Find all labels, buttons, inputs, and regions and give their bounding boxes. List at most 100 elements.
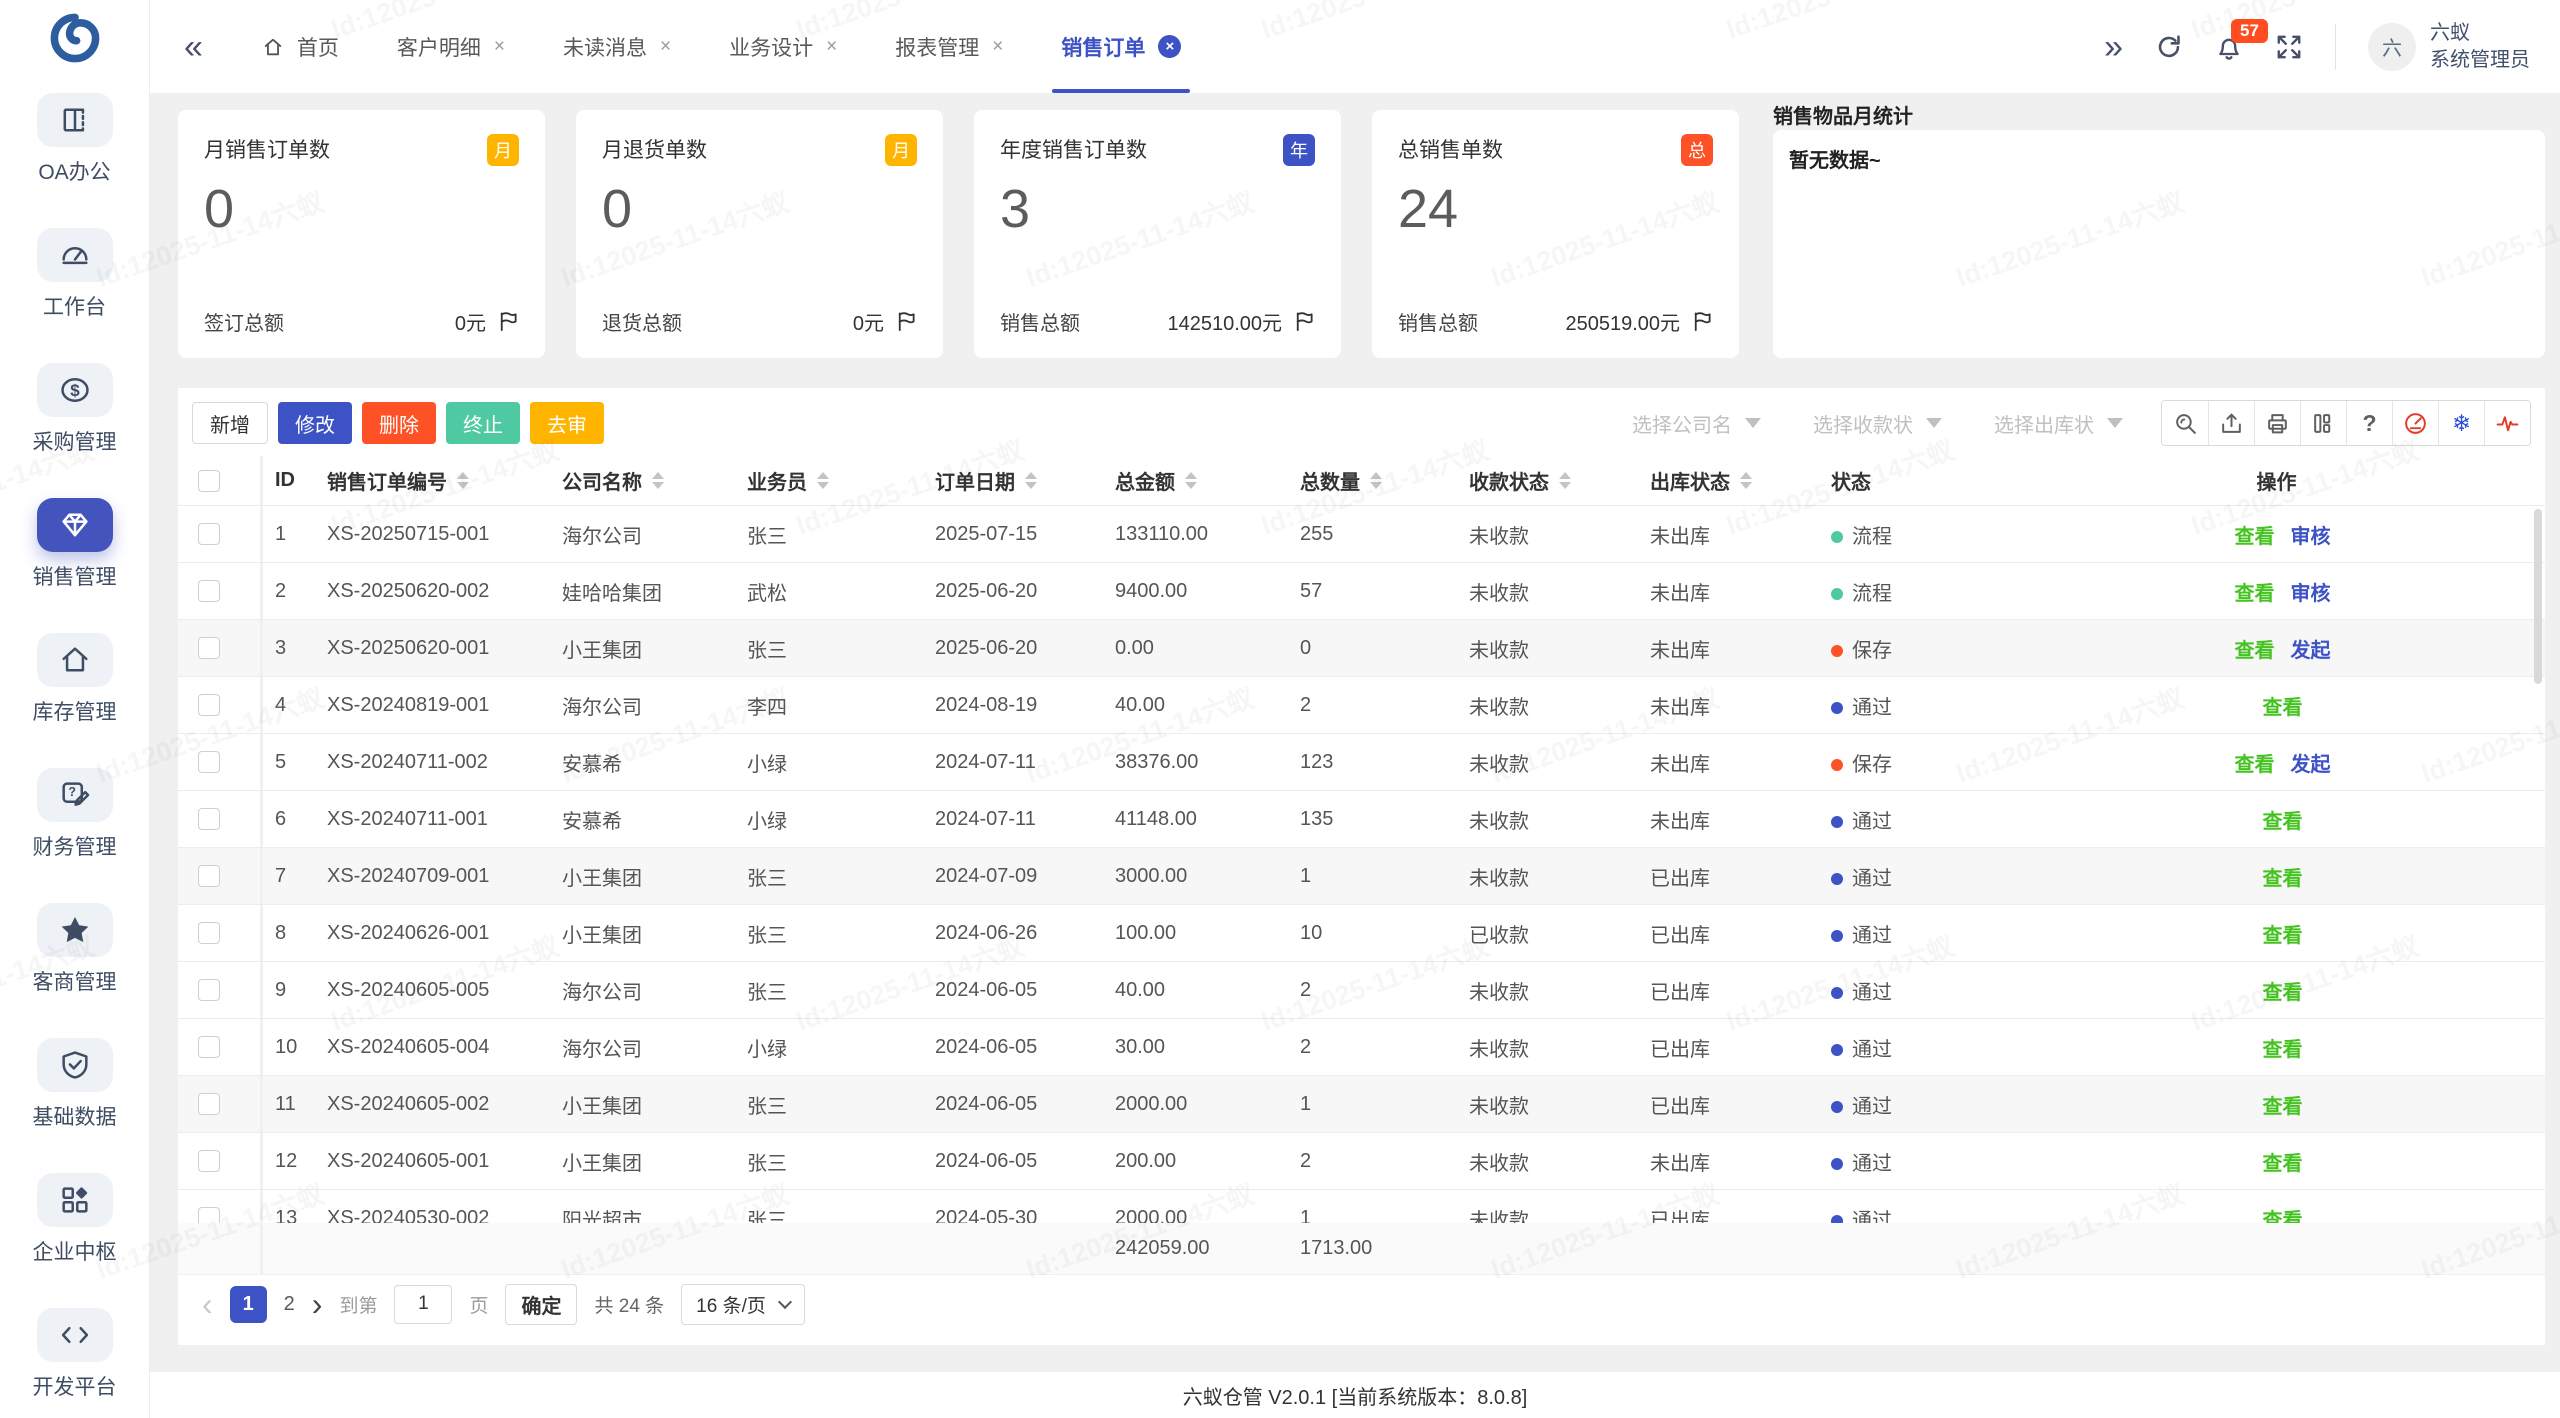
sort-icon[interactable] (817, 472, 829, 489)
fullscreen-icon[interactable] (2275, 33, 2303, 61)
sidebar-item-home[interactable]: 库存管理 (33, 633, 117, 726)
row-checkbox[interactable] (198, 1093, 220, 1115)
row-checkbox[interactable] (198, 922, 220, 944)
修改-button[interactable]: 修改 (278, 402, 352, 444)
select-all-checkbox[interactable] (198, 470, 220, 492)
查看-link[interactable]: 查看 (2263, 976, 2303, 1005)
page-size-select[interactable]: 16 条/页 (681, 1284, 805, 1325)
tab-首页[interactable]: 首页 (233, 0, 368, 93)
row-checkbox[interactable] (198, 865, 220, 887)
查看-link[interactable]: 查看 (2263, 691, 2303, 720)
sidebar-item-diamond[interactable]: 销售管理 (33, 498, 117, 591)
export-icon[interactable] (2208, 401, 2254, 445)
审核-link[interactable]: 审核 (2291, 520, 2331, 549)
columns-icon[interactable] (2300, 401, 2346, 445)
help-icon[interactable]: ? (2346, 401, 2392, 445)
prev-page-icon[interactable]: ‹ (202, 1288, 213, 1320)
refresh-icon[interactable] (2155, 33, 2183, 61)
sidebar-item-star[interactable]: 客商管理 (33, 903, 117, 996)
search-icon[interactable] (2162, 401, 2208, 445)
查看-link[interactable]: 查看 (2263, 919, 2303, 948)
gauge-icon[interactable] (2392, 401, 2438, 445)
row-checkbox[interactable] (198, 1150, 220, 1172)
sort-icon[interactable] (652, 472, 664, 489)
sort-icon[interactable] (1025, 472, 1037, 489)
notifications-bell-icon[interactable]: 57 (2215, 33, 2243, 61)
filter-select-1[interactable]: 选择收款状 (1813, 409, 1942, 438)
查看-link[interactable]: 查看 (2235, 520, 2275, 549)
row-checkbox[interactable] (198, 751, 220, 773)
sidebar-item-code[interactable]: 开发平台 (33, 1308, 117, 1401)
page-button-1[interactable]: 1 (230, 1286, 267, 1323)
pulse-icon[interactable] (2484, 401, 2530, 445)
tab-报表管理[interactable]: 报表管理× (866, 0, 1032, 93)
查看-link[interactable]: 查看 (2263, 1090, 2303, 1119)
sort-icon[interactable] (1185, 472, 1197, 489)
tab-客户明细[interactable]: 客户明细× (368, 0, 534, 93)
查看-link[interactable]: 查看 (2235, 577, 2275, 606)
tab-业务设计[interactable]: 业务设计× (700, 0, 866, 93)
row-checkbox[interactable] (198, 1207, 220, 1223)
查看-link[interactable]: 查看 (2263, 1204, 2303, 1224)
column-header-销售订单编号[interactable]: 销售订单编号 (315, 456, 550, 505)
查看-link[interactable]: 查看 (2235, 748, 2275, 777)
next-page-icon[interactable]: › (312, 1288, 323, 1320)
row-checkbox[interactable] (198, 637, 220, 659)
新增-button[interactable]: 新增 (192, 402, 268, 444)
close-tab-icon[interactable]: × (992, 36, 1003, 58)
删除-button[interactable]: 删除 (362, 402, 436, 444)
goto-page-input[interactable] (394, 1285, 452, 1324)
close-tab-icon[interactable]: × (826, 36, 837, 58)
column-header-收款状态[interactable]: 收款状态 (1457, 456, 1638, 505)
查看-link[interactable]: 查看 (2235, 634, 2275, 663)
close-tab-icon[interactable]: × (660, 36, 671, 58)
row-checkbox[interactable] (198, 808, 220, 830)
sidebar-item-oa[interactable]: OA办公 (37, 93, 113, 186)
print-icon[interactable] (2254, 401, 2300, 445)
row-checkbox-cell (178, 848, 263, 904)
row-checkbox[interactable] (198, 694, 220, 716)
collapse-sidebar-icon[interactable]: « (184, 30, 203, 64)
user-menu[interactable]: 六 六蚁 系统管理员 (2368, 20, 2530, 74)
row-checkbox[interactable] (198, 1036, 220, 1058)
sidebar-item-dollar[interactable]: $采购管理 (33, 363, 117, 456)
column-header-总数量[interactable]: 总数量 (1288, 456, 1457, 505)
sort-icon[interactable] (1740, 472, 1752, 489)
column-header-订单日期[interactable]: 订单日期 (923, 456, 1103, 505)
snowflake-icon[interactable]: ❄ (2438, 401, 2484, 445)
审核-link[interactable]: 审核 (2291, 577, 2331, 606)
close-tab-icon[interactable]: × (494, 36, 505, 58)
column-header-出库状态[interactable]: 出库状态 (1638, 456, 1819, 505)
终止-button[interactable]: 终止 (446, 402, 520, 444)
去审-button[interactable]: 去审 (530, 402, 604, 444)
sort-icon[interactable] (1370, 472, 1382, 489)
table-scrollbar[interactable] (2534, 509, 2542, 684)
close-tab-icon[interactable]: × (1158, 35, 1181, 58)
column-header-业务员[interactable]: 业务员 (735, 456, 923, 505)
column-header-总金额[interactable]: 总金额 (1103, 456, 1288, 505)
sidebar-item-grid[interactable]: 企业中枢 (33, 1173, 117, 1266)
filter-select-2[interactable]: 选择出库状 (1994, 409, 2123, 438)
sort-icon[interactable] (1559, 472, 1571, 489)
sidebar-item-shield[interactable]: 基础数据 (33, 1038, 117, 1131)
row-checkbox[interactable] (198, 580, 220, 602)
column-header-公司名称[interactable]: 公司名称 (550, 456, 735, 505)
查看-link[interactable]: 查看 (2263, 862, 2303, 891)
row-checkbox[interactable] (198, 523, 220, 545)
sort-icon[interactable] (457, 472, 469, 489)
expand-tabs-icon[interactable]: » (2104, 30, 2123, 64)
tab-销售订单[interactable]: 销售订单× (1032, 0, 1210, 93)
sidebar-item-dashboard[interactable]: 工作台 (37, 228, 113, 321)
查看-link[interactable]: 查看 (2263, 1033, 2303, 1062)
row-checkbox[interactable] (198, 979, 220, 1001)
confirm-page-button[interactable]: 确定 (505, 1284, 577, 1325)
tab-未读消息[interactable]: 未读消息× (534, 0, 700, 93)
查看-link[interactable]: 查看 (2263, 805, 2303, 834)
发起-link[interactable]: 发起 (2291, 748, 2331, 777)
查看-link[interactable]: 查看 (2263, 1147, 2303, 1176)
sidebar-item-note[interactable]: ?财务管理 (33, 768, 117, 861)
filter-select-0[interactable]: 选择公司名 (1632, 409, 1761, 438)
status-text: 流程 (1852, 526, 1892, 548)
page-button-2[interactable]: 2 (284, 1293, 295, 1316)
发起-link[interactable]: 发起 (2291, 634, 2331, 663)
